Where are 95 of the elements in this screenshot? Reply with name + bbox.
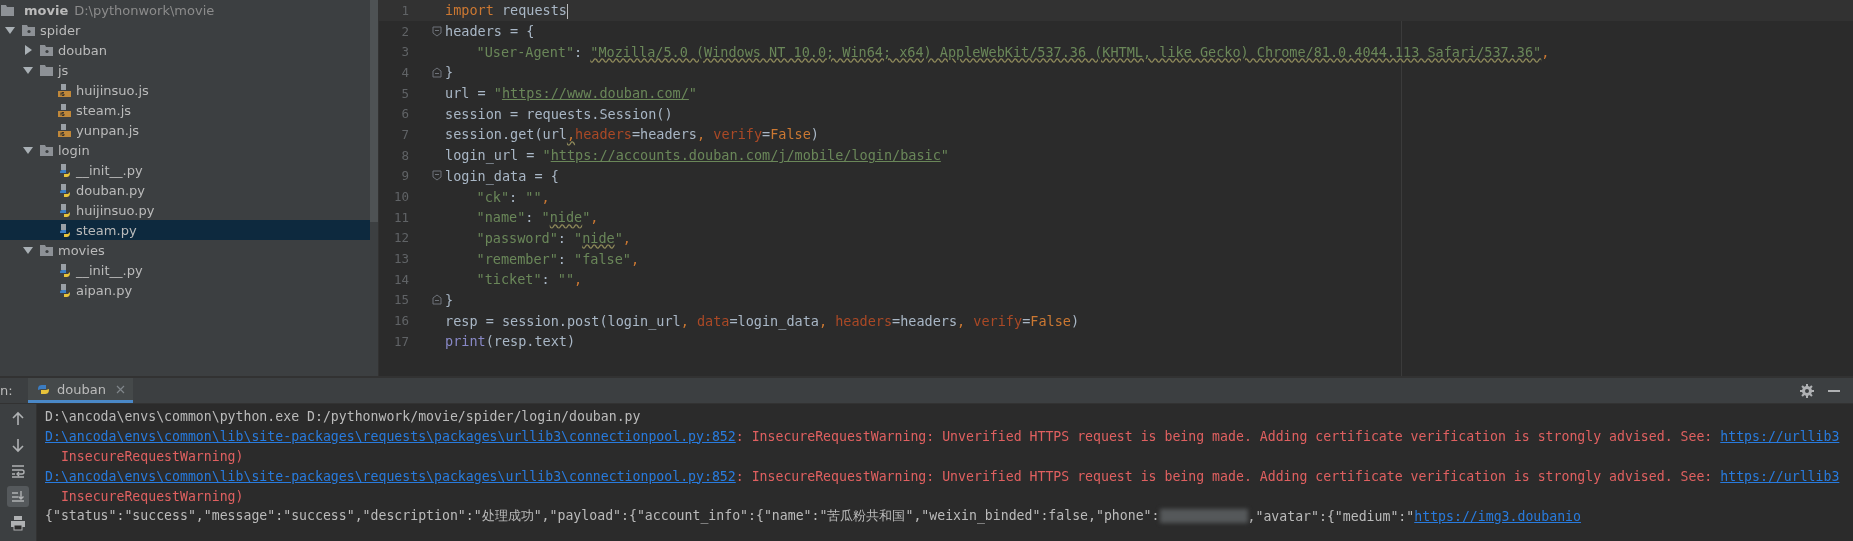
line-number: 9 — [400, 168, 409, 184]
code-line: } — [444, 64, 454, 81]
output-text: {"status":"success","message":"success","description":"处理成功","payload":{"account_info":{"name":"苦瓜粉共和国","weixin_binded":false,"phone": — [45, 507, 1160, 525]
python-file-icon — [57, 222, 72, 238]
tree-item[interactable]: steam.js — [0, 100, 370, 120]
tree-item[interactable]: spider — [0, 20, 370, 40]
warning-text: InsecureRequestWarning) — [59, 448, 244, 464]
scroll-up-icon[interactable] — [10, 410, 26, 427]
code-line: login_url = "https://accounts.douban.com/j/mobile/login/basic" — [444, 147, 949, 164]
line-number: 7 — [400, 126, 409, 142]
python-file-icon — [57, 202, 72, 218]
warning-text: : InsecureRequestWarning: Unverified HTTPS request is being made. Adding certificate verification is strongly advised. See: — [735, 468, 1714, 484]
console-link[interactable]: D:\ancoda\envs\common\lib\site-packages\requests\packages\urllib3\connectionpool.py:852 — [45, 468, 736, 484]
folder-icon — [39, 142, 54, 158]
panel-label: n: — [0, 382, 14, 400]
console-link[interactable]: https://img3.doubanio — [1414, 508, 1581, 524]
line-number: 5 — [400, 85, 409, 101]
folder-icon — [39, 62, 54, 78]
code-line: "ticket": "", — [475, 271, 583, 288]
folder-icon — [0, 2, 15, 18]
code-line: url = "https://www.douban.com/" — [444, 85, 697, 102]
code-line: } — [444, 291, 454, 308]
line-number: 14 — [392, 271, 409, 287]
scroll-to-end-icon[interactable] — [10, 488, 26, 505]
scrollbar[interactable] — [370, 0, 378, 222]
python-file-icon — [57, 262, 72, 278]
expanded-arrow-icon — [22, 244, 34, 256]
console-link[interactable]: D:\ancoda\envs\common\lib\site-packages\requests\packages\urllib3\connectionpool.py:852 — [45, 428, 736, 444]
tree-item[interactable]: douban.py — [0, 180, 370, 200]
tree-item[interactable]: aipan.py — [0, 280, 370, 300]
code-line: resp = session.post(login_url, data=login_data, headers=headers, verify=False) — [444, 312, 1080, 329]
output-text: ,"avatar":{"medium":" — [1247, 508, 1415, 524]
run-tab[interactable]: douban — [28, 378, 133, 403]
fold-start-icon[interactable] — [432, 170, 442, 182]
collapsed-arrow-icon — [22, 44, 34, 56]
project-path: D:\pythonwork\movie — [74, 2, 215, 18]
line-number: 17 — [392, 333, 409, 349]
code-line: import requests — [444, 2, 568, 19]
code-line: "password": "nide", — [475, 229, 631, 246]
line-number: 16 — [392, 313, 409, 329]
tree-item[interactable]: steam.py — [0, 220, 370, 240]
tree-item[interactable]: huijinsuo.js — [0, 80, 370, 100]
output-text: D:\ancoda\envs\common\python.exe D:/pythonwork/movie/spider/login/douban.py — [45, 408, 641, 424]
print-icon[interactable] — [10, 514, 26, 531]
line-number: 4 — [400, 64, 409, 80]
line-number: 11 — [392, 209, 409, 225]
close-icon[interactable] — [115, 384, 125, 394]
line-number: 3 — [400, 44, 409, 60]
settings-icon[interactable] — [1799, 382, 1815, 399]
code-line: print(resp.text) — [444, 333, 576, 350]
warning-text: : InsecureRequestWarning: Unverified HTTPS request is being made. Adding certificate verification is strongly advised. See: — [735, 428, 1714, 444]
python-file-icon — [57, 182, 72, 198]
code-line: "User-Agent": "Mozilla/5.0 (Windows NT 10.0; Win64; x64) AppleWebKit/537.36 (KHTML, like Gecko) Chrome/81.0.4044.113 Safari/537.36", — [475, 43, 1550, 60]
expanded-arrow-icon — [22, 64, 34, 76]
line-number: 2 — [400, 23, 409, 39]
tree-item[interactable]: huijinsuo.py — [0, 200, 370, 220]
code-line: session = requests.Session() — [444, 105, 673, 122]
code-line: "remember": "false", — [475, 250, 640, 267]
tree-item[interactable]: __init__.py — [0, 260, 370, 280]
tree-item[interactable]: js — [0, 60, 370, 80]
folder-icon — [21, 22, 36, 38]
tree-item[interactable]: yunpan.js — [0, 120, 370, 140]
tree-item[interactable]: movies — [0, 240, 370, 260]
code-line: login_data = { — [444, 167, 559, 184]
soft-wrap-icon[interactable] — [10, 462, 26, 479]
scroll-down-icon[interactable] — [10, 436, 26, 453]
folder-icon — [39, 42, 54, 58]
js-file-icon — [57, 82, 72, 98]
expanded-arrow-icon — [4, 24, 16, 36]
project-name[interactable]: movie — [24, 2, 69, 18]
fold-end-icon[interactable] — [432, 66, 442, 78]
line-number: 10 — [392, 189, 409, 205]
tree-item[interactable]: __init__.py — [0, 160, 370, 180]
console-link[interactable]: https://urllib3 — [1720, 428, 1840, 444]
warning-text: InsecureRequestWarning) — [59, 488, 244, 504]
console-link[interactable]: https://urllib3 — [1720, 468, 1840, 484]
code-line: headers = { — [444, 23, 535, 40]
fold-start-icon[interactable] — [432, 25, 442, 37]
fold-end-icon[interactable] — [432, 294, 442, 306]
python-file-icon — [57, 162, 72, 178]
code-line: session.get(url,headers=headers, verify=False) — [444, 126, 819, 143]
code-line: "name": "nide", — [475, 209, 599, 226]
line-number: 13 — [392, 251, 409, 267]
line-number: 15 — [392, 292, 409, 308]
line-number: 6 — [400, 106, 409, 122]
js-file-icon — [57, 122, 72, 138]
line-number: 8 — [400, 147, 409, 163]
tree-item[interactable]: login — [0, 140, 370, 160]
tree-item[interactable]: douban — [0, 40, 370, 60]
code-line: "ck": "", — [475, 188, 550, 205]
folder-icon — [39, 242, 54, 258]
expanded-arrow-icon — [22, 144, 34, 156]
python-file-icon — [57, 282, 72, 298]
line-number: 12 — [392, 230, 409, 246]
js-file-icon — [57, 102, 72, 118]
